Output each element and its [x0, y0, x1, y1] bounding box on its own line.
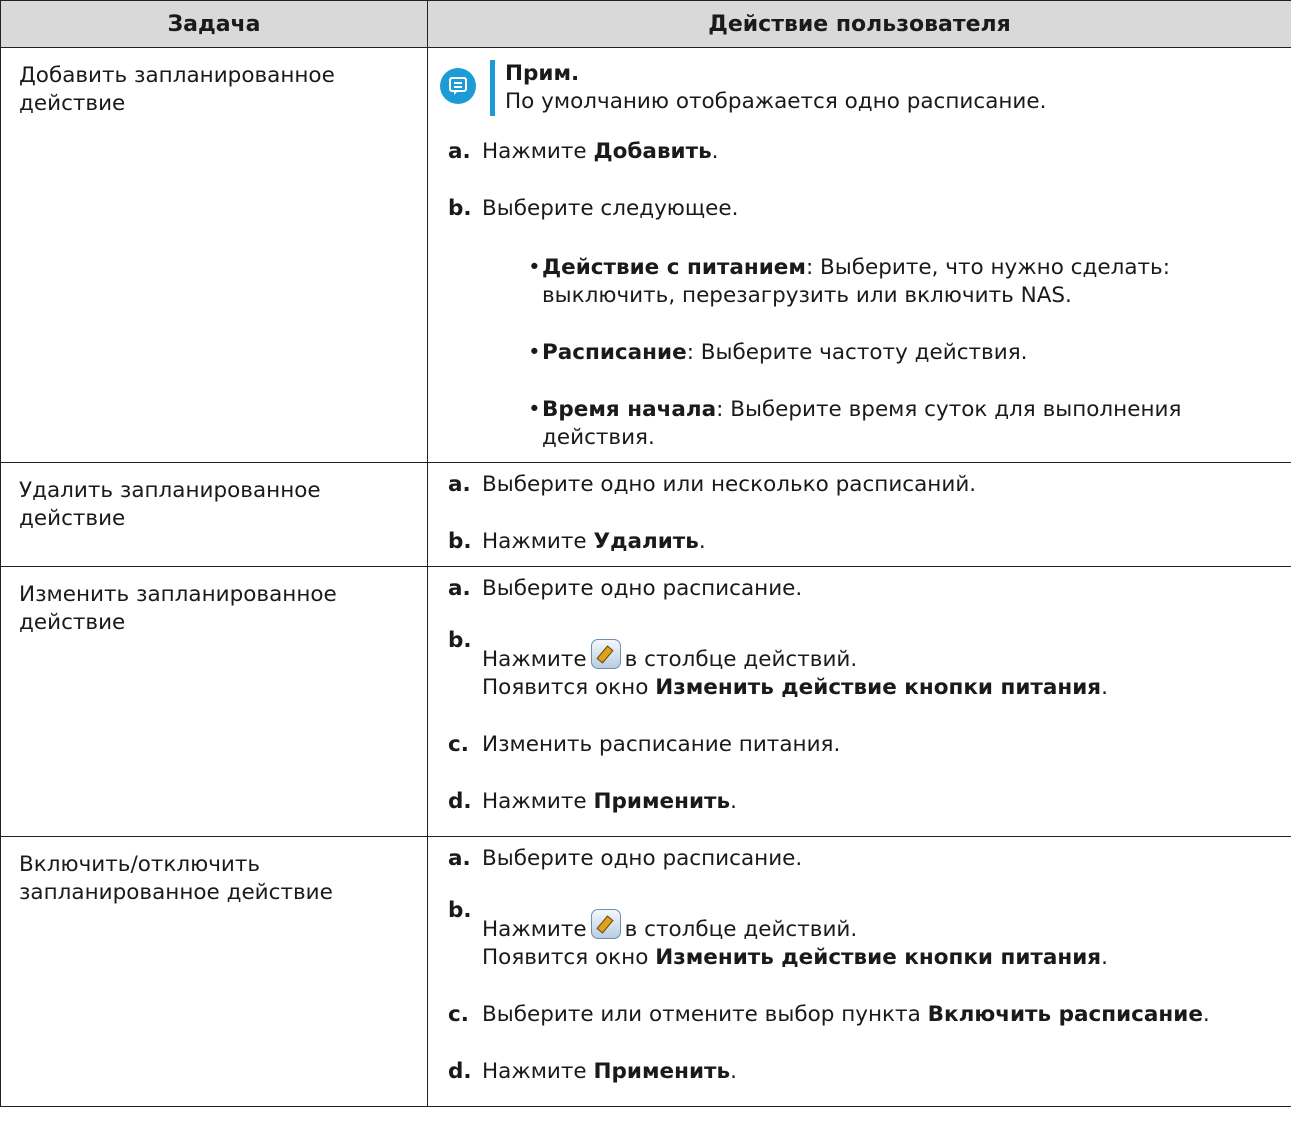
task-cell: Добавить запланированное действие [0, 47, 428, 463]
task-cell: Включить/отключить запланированное дейст… [0, 836, 428, 1107]
note-title: Прим. [505, 61, 580, 86]
step-label: a. [448, 139, 471, 164]
step-d: d. Нажмите Применить. [448, 1059, 737, 1084]
note-box: Прим. По умолчанию отображается одно рас… [436, 60, 1283, 116]
step-a: a. Выберите одно или несколько расписани… [448, 472, 977, 497]
edit-icon [590, 639, 621, 669]
note-icon [440, 68, 476, 104]
note-content: Прим. По умолчанию отображается одно рас… [505, 60, 1046, 116]
step-label: b. [448, 196, 472, 221]
bullet-item: • Время начала: Выберите время суток для… [528, 397, 1182, 450]
step-c: c. Изменить расписание питания. [448, 732, 841, 757]
step-d: d. Нажмите Применить. [448, 789, 737, 814]
note-bar [490, 60, 495, 116]
action-cell: a. Выберите одно расписание. b. Нажмите в… [427, 566, 1291, 837]
step-text: Нажмите Добавить. [482, 139, 719, 164]
table-row: Удалить запланированное действие a. Выбе… [0, 462, 1291, 567]
table-header-row: Задача Действие пользователя [0, 0, 1291, 48]
step-a: a. Нажмите Добавить. [436, 138, 1283, 166]
table-row: Включить/отключить запланированное дейст… [0, 836, 1291, 1107]
step-b: b. Нажмите в столбце действий. Появится о… [448, 898, 1108, 970]
action-cell: a. Выберите одно или несколько расписани… [427, 462, 1291, 567]
step-a: a. Выберите одно расписание. [448, 576, 803, 601]
task-table: Задача Действие пользователя Добавить за… [0, 0, 1291, 1107]
bullet-item: • Расписание: Выберите частоту действия. [528, 340, 1028, 365]
bullet-item: • Действие с питанием: Выберите, что нуж… [528, 255, 1170, 308]
header-user-action: Действие пользователя [427, 0, 1291, 48]
step-b: b. Нажмите в столбце действий. Появится о… [448, 628, 1108, 700]
table-row: Изменить запланированное действие a. Выб… [0, 566, 1291, 837]
header-task: Задача [0, 0, 428, 48]
action-cell: a. Выберите одно расписание. b. Нажмите в… [427, 836, 1291, 1107]
step-b: b. Выберите следующее. [436, 195, 1283, 223]
step-text: Выберите следующее. [482, 196, 739, 221]
note-text: По умолчанию отображается одно расписани… [505, 89, 1047, 114]
edit-icon [590, 909, 621, 939]
action-cell: Прим. По умолчанию отображается одно рас… [427, 47, 1291, 463]
step-b: b. Нажмите Удалить. [448, 529, 706, 554]
table-row: Добавить запланированное действие Прим. … [0, 47, 1291, 463]
step-a: a. Выберите одно расписание. [448, 846, 803, 871]
step-c: c. Выберите или отмените выбор пункта Вк… [448, 1002, 1210, 1027]
task-cell: Изменить запланированное действие [0, 566, 428, 837]
task-cell: Удалить запланированное действие [0, 462, 428, 567]
